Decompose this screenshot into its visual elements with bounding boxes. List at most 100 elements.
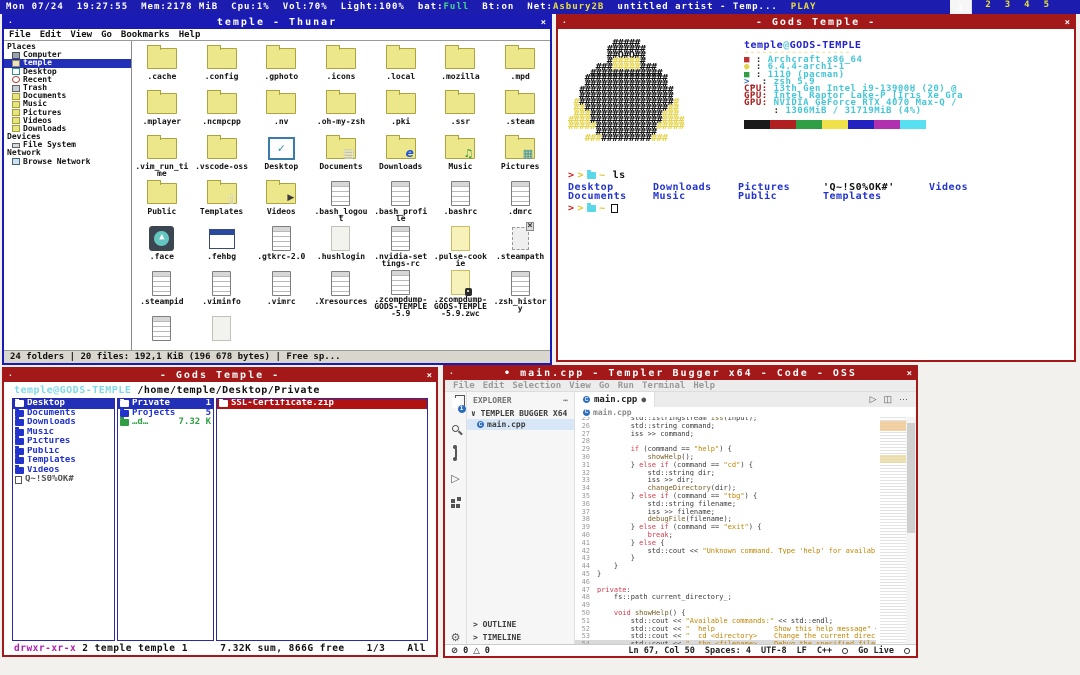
outline-section[interactable]: > OUTLINE: [467, 618, 574, 631]
editor-scrollbar[interactable]: [906, 417, 916, 644]
file-item[interactable]: .bash_profile: [371, 180, 431, 225]
file-item[interactable]: .viminfo: [192, 270, 252, 315]
vscode-menu-edit[interactable]: Edit: [483, 381, 505, 391]
vifm-item[interactable]: SSL-Certificate.zip: [217, 399, 427, 409]
file-item[interactable]: .steampath: [490, 225, 550, 270]
file-item[interactable]: Public: [132, 180, 192, 225]
file-item[interactable]: .face: [132, 225, 192, 270]
file-item[interactable]: .bashrc: [431, 180, 491, 225]
menu-item-edit[interactable]: Edit: [40, 30, 62, 40]
file-item[interactable]: .Xresources: [311, 270, 371, 315]
file-item[interactable]: .pki: [371, 90, 431, 135]
timeline-section[interactable]: > TIMELINE: [467, 631, 574, 644]
workspace-5[interactable]: 5: [1044, 0, 1050, 14]
file-item[interactable]: .oh-my-zsh: [311, 90, 371, 135]
file-item[interactable]: .zcompdump-GODS-TEMPLE-5.9: [371, 270, 431, 315]
source-control-icon[interactable]: [448, 446, 464, 460]
vscode-menu-file[interactable]: File: [453, 381, 475, 391]
file-item[interactable]: .ssr: [431, 90, 491, 135]
explorer-actions-icon[interactable]: ⋯: [563, 396, 568, 405]
eol-sequence[interactable]: LF: [797, 646, 807, 656]
file-item[interactable]: .gtkrc-2.0: [251, 225, 311, 270]
file-item[interactable]: .bash_logout: [311, 180, 371, 225]
file-item[interactable]: ▦Pictures: [490, 135, 550, 180]
minimap[interactable]: [880, 417, 906, 644]
file-item[interactable]: .ncmpcpp: [192, 90, 252, 135]
file-item[interactable]: .nv: [251, 90, 311, 135]
file-item[interactable]: .vscode-oss: [192, 135, 252, 180]
file-item[interactable]: .cache: [132, 45, 192, 90]
close-icon[interactable]: ×: [541, 18, 546, 28]
file-item[interactable]: ▯Templates: [192, 180, 252, 225]
menu-item-view[interactable]: View: [70, 30, 92, 40]
split-editor-icon[interactable]: ◫: [883, 394, 892, 405]
file-item[interactable]: [132, 315, 192, 350]
more-actions-icon[interactable]: ⋯: [899, 394, 908, 405]
bell-icon[interactable]: [904, 648, 910, 654]
project-tree-root[interactable]: ∨ TEMPLER BUGGER X64: [467, 408, 574, 419]
vifm-item[interactable]: Public: [13, 447, 114, 457]
file-item[interactable]: Desktop: [251, 135, 311, 180]
file-item[interactable]: .icons: [311, 45, 371, 90]
file-item[interactable]: .vimrc: [251, 270, 311, 315]
errors-icon[interactable]: ⊘: [451, 646, 458, 656]
encoding[interactable]: UTF-8: [761, 646, 787, 656]
file-item[interactable]: .steampid: [132, 270, 192, 315]
file-item[interactable]: .vim_run_time: [132, 135, 192, 180]
vscode-menu-go[interactable]: Go: [599, 381, 610, 391]
sidebar-item-browse-network[interactable]: Browse Network: [4, 158, 131, 166]
indentation[interactable]: Spaces: 4: [705, 646, 751, 656]
vscode-menu-help[interactable]: Help: [693, 381, 715, 391]
file-item[interactable]: .config: [192, 45, 252, 90]
vifm-item[interactable]: Downloads: [13, 418, 114, 428]
file-item[interactable]: .zcompdump-GODS-TEMPLE-5.9.zwc: [431, 270, 491, 315]
fetch-titlebar[interactable]: · - Gods Temple - ×: [558, 16, 1074, 29]
file-item[interactable]: ▤Documents: [311, 135, 371, 180]
go-live-button[interactable]: Go Live: [858, 646, 894, 656]
workspace-4[interactable]: 4: [1024, 0, 1030, 14]
vifm-item[interactable]: Private1: [118, 399, 213, 409]
close-icon[interactable]: ×: [427, 371, 432, 381]
window-menu-icon[interactable]: ·: [8, 18, 13, 27]
vifm-item[interactable]: Videos: [13, 466, 114, 476]
file-item[interactable]: .mozilla: [431, 45, 491, 90]
cursor-position[interactable]: Ln 67, Col 50: [628, 646, 695, 656]
vifm-item[interactable]: Pictures: [13, 437, 114, 447]
workspace-2[interactable]: 2: [985, 0, 991, 14]
scrollbar-thumb[interactable]: [907, 423, 915, 533]
settings-gear-icon[interactable]: ⚙: [448, 630, 464, 644]
file-item[interactable]: .steam: [490, 90, 550, 135]
file-item[interactable]: .mpd: [490, 45, 550, 90]
dirty-dot-icon[interactable]: ●: [641, 395, 646, 404]
file-item[interactable]: .dmrc: [490, 180, 550, 225]
terminal-shell-area[interactable]: >> ~ ls DesktopDocumentsDownloadsMusicPi…: [558, 171, 1074, 213]
close-icon[interactable]: ×: [907, 369, 912, 379]
menu-item-go[interactable]: Go: [101, 30, 112, 40]
file-item[interactable]: .nvidia-settings-rc: [371, 225, 431, 270]
vscode-menu-terminal[interactable]: Terminal: [642, 381, 685, 391]
close-icon[interactable]: ×: [1065, 18, 1070, 28]
vifm-item[interactable]: Desktop: [13, 399, 114, 409]
vscode-titlebar[interactable]: · • main.cpp - Templer Bugger x64 - Code…: [445, 367, 916, 380]
run-debug-icon[interactable]: ▷: [448, 471, 464, 485]
menu-item-help[interactable]: Help: [179, 30, 201, 40]
tab-main-cpp[interactable]: C main.cpp ●: [575, 392, 655, 407]
window-menu-icon[interactable]: ·: [449, 369, 454, 378]
file-item[interactable]: .pulse-cookie: [431, 225, 491, 270]
file-item[interactable]: .hushlogin: [311, 225, 371, 270]
vscode-menu-run[interactable]: Run: [618, 381, 634, 391]
workspace-3[interactable]: 3: [1005, 0, 1011, 14]
vifm-item[interactable]: Q~!S0%OK#: [13, 475, 114, 485]
language-mode[interactable]: C++: [817, 646, 832, 656]
thunar-titlebar[interactable]: · temple - Thunar ×: [4, 16, 550, 29]
file-item[interactable]: .mplayer: [132, 90, 192, 135]
vifm-item[interactable]: …d…7.32 K: [118, 418, 213, 428]
explorer-icon[interactable]: 1: [448, 396, 464, 410]
vscode-menu-selection[interactable]: Selection: [512, 381, 561, 391]
file-item[interactable]: .gphoto: [251, 45, 311, 90]
vifm-titlebar[interactable]: · - Gods Temple - ×: [4, 369, 436, 382]
vifm-item[interactable]: Templates: [13, 456, 114, 466]
file-item[interactable]: eDownloads: [371, 135, 431, 180]
search-icon[interactable]: [448, 421, 464, 435]
workspace-1[interactable]: 1: [950, 0, 972, 14]
